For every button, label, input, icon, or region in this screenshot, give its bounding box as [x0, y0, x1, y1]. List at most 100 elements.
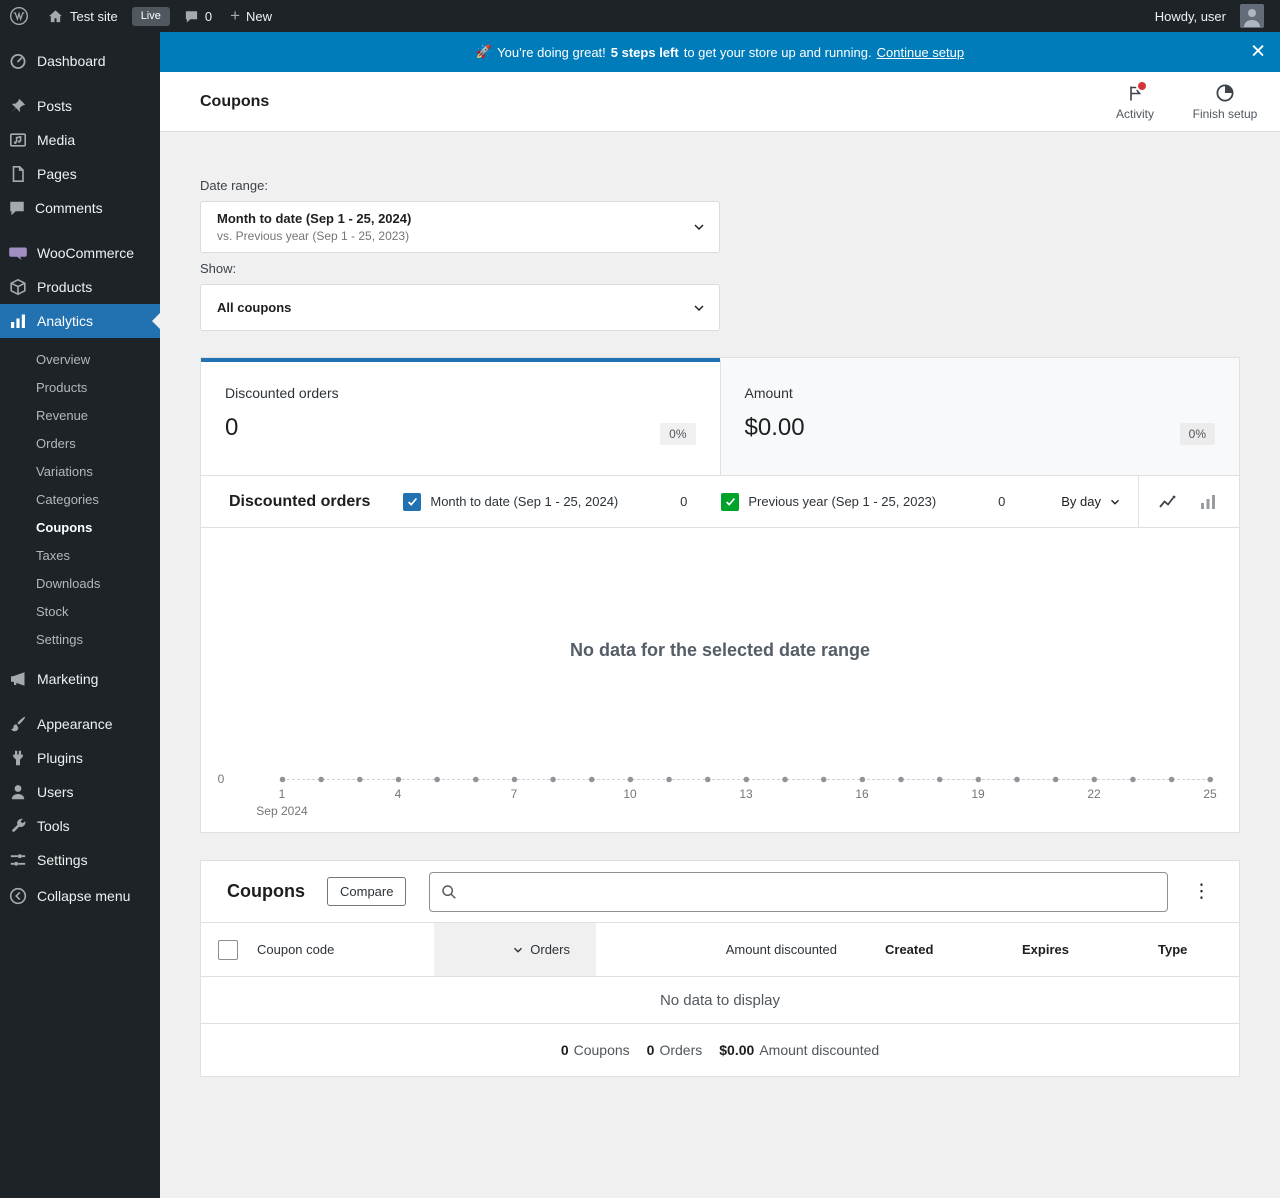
- ellipsis-menu-icon[interactable]: ⋮: [1184, 880, 1219, 903]
- sidebar-subitem-downloads[interactable]: Downloads: [0, 569, 160, 597]
- column-header-expires[interactable]: Expires: [998, 923, 1134, 976]
- sidebar-item-posts[interactable]: Posts: [0, 89, 160, 123]
- site-name: Test site: [70, 8, 118, 24]
- finish-setup-button[interactable]: Finish setup: [1184, 83, 1266, 121]
- column-header-orders[interactable]: Orders: [434, 923, 596, 976]
- show-select[interactable]: All coupons: [200, 284, 720, 331]
- total-value: $0.00: [719, 1042, 755, 1058]
- bar-chart-icon[interactable]: [1197, 491, 1219, 513]
- new-button[interactable]: + New: [221, 0, 281, 32]
- date-range-label: Date range:: [200, 178, 268, 193]
- sidebar-item-tools[interactable]: Tools: [0, 809, 160, 843]
- legend-current-period[interactable]: Month to date (Sep 1 - 25, 2024) 0: [403, 492, 699, 511]
- sidebar-item-plugins[interactable]: Plugins: [0, 741, 160, 775]
- chart-empty-message: No data for the selected date range: [569, 640, 871, 660]
- sidebar-item-woocommerce[interactable]: WooCommerce: [0, 236, 160, 270]
- search-input[interactable]: [466, 883, 1157, 900]
- sidebar-subitem-stock[interactable]: Stock: [0, 597, 160, 625]
- x-axis-tick: 7: [510, 787, 518, 801]
- coupons-table-header: Coupons Compare ⋮: [201, 861, 1239, 923]
- sidebar-item-label: Dashboard: [37, 53, 106, 69]
- line-chart-icon[interactable]: [1157, 491, 1179, 513]
- admin-menu: Dashboard Posts Media Pages Comments Woo…: [0, 44, 160, 913]
- chart-area: No data for the selected date range 0 1 …: [201, 528, 1239, 832]
- sidebar-item-users[interactable]: Users: [0, 775, 160, 809]
- total-value: 0: [646, 1042, 655, 1058]
- woocommerce-icon: [8, 243, 28, 263]
- sidebar-item-collapse-menu[interactable]: Collapse menu: [0, 879, 160, 913]
- activity-button[interactable]: Activity: [1094, 79, 1176, 121]
- select-all-checkbox[interactable]: [218, 939, 238, 960]
- sidebar-item-products[interactable]: Products: [0, 270, 160, 304]
- howdy-text: Howdy, user: [1154, 8, 1226, 24]
- column-label: Type: [1158, 942, 1188, 957]
- close-icon[interactable]: ✕: [1250, 43, 1266, 62]
- tile-delta-badge: 0%: [660, 423, 696, 445]
- x-axis-tick: 13: [739, 787, 753, 801]
- sidebar-item-analytics[interactable]: Analytics: [0, 304, 160, 338]
- date-range-select[interactable]: Month to date (Sep 1 - 25, 2024) vs. Pre…: [200, 201, 720, 253]
- summary-tile-amount[interactable]: Amount $0.00 0%: [719, 358, 1239, 475]
- tools-icon: [8, 816, 28, 836]
- analytics-submenu: Overview Products Revenue Orders Variati…: [0, 338, 160, 662]
- column-header-type[interactable]: Type: [1134, 923, 1239, 976]
- activity-label: Activity: [1115, 106, 1154, 121]
- sidebar-subitem-categories[interactable]: Categories: [0, 485, 160, 513]
- column-label: Created: [885, 942, 934, 957]
- settings-icon: [8, 850, 28, 870]
- live-badge: Live: [131, 6, 170, 26]
- sidebar-item-pages[interactable]: Pages: [0, 157, 160, 191]
- compare-button[interactable]: Compare: [327, 877, 407, 906]
- wordpress-logo-button[interactable]: [0, 0, 38, 32]
- sidebar-subitem-orders[interactable]: Orders: [0, 429, 160, 457]
- coupons-search[interactable]: [429, 871, 1168, 912]
- sidebar-item-label: Products: [37, 279, 93, 295]
- sidebar-item-dashboard[interactable]: Dashboard: [0, 44, 160, 78]
- summary-tile-discounted-orders[interactable]: Discounted orders 0 0%: [201, 358, 720, 475]
- coupons-table-card: Coupons Compare ⋮ Coupon code Orders Amo…: [200, 860, 1240, 1077]
- sidebar-item-label: Marketing: [37, 671, 99, 687]
- checkbox-checked[interactable]: [721, 492, 740, 511]
- checkbox-checked[interactable]: [403, 492, 422, 511]
- chevron-down-icon: [1108, 495, 1122, 509]
- total-value: 0: [560, 1042, 569, 1058]
- total-orders: 0 Orders: [647, 1042, 703, 1058]
- wordpress-logo-icon: [9, 6, 29, 26]
- comments-button[interactable]: 0: [175, 0, 221, 32]
- progress-circle-icon: [1215, 83, 1235, 103]
- sidebar-subitem-settings[interactable]: Settings: [0, 625, 160, 653]
- media-icon: [8, 130, 28, 150]
- sidebar-item-marketing[interactable]: Marketing: [0, 662, 160, 696]
- sidebar-item-appearance[interactable]: Appearance: [0, 707, 160, 741]
- column-header-amount-discounted[interactable]: Amount discounted: [596, 923, 861, 976]
- column-label: Expires: [1022, 942, 1069, 957]
- column-header-created[interactable]: Created: [861, 923, 998, 976]
- sidebar-item-label: Posts: [37, 98, 73, 114]
- interval-select[interactable]: By day: [1061, 494, 1138, 509]
- tile-label: Amount: [744, 385, 793, 401]
- sidebar-subitem-variations[interactable]: Variations: [0, 457, 160, 485]
- site-name-button[interactable]: Test site: [38, 0, 127, 32]
- sidebar-item-media[interactable]: Media: [0, 123, 160, 157]
- total-label: Coupons: [573, 1042, 630, 1058]
- howdy-menu[interactable]: Howdy, user: [1146, 0, 1273, 32]
- sidebar-subitem-overview[interactable]: Overview: [0, 345, 160, 373]
- sidebar-subitem-coupons[interactable]: Coupons: [0, 513, 160, 541]
- admin-bar: Test site Live 0 + New Howdy, user: [0, 0, 1280, 32]
- show-label: Show:: [200, 261, 237, 276]
- sidebar-item-comments[interactable]: Comments: [0, 191, 160, 225]
- tile-value: $0.00: [744, 414, 805, 441]
- table-header-row: Coupon code Orders Amount discounted Cre…: [201, 923, 1239, 977]
- sidebar-item-settings[interactable]: Settings: [0, 843, 160, 877]
- sidebar-subitem-revenue[interactable]: Revenue: [0, 401, 160, 429]
- sidebar-subitem-products[interactable]: Products: [0, 373, 160, 401]
- legend-value: 0: [680, 494, 688, 509]
- sidebar-item-label: Users: [37, 784, 74, 800]
- table-header-checkbox-cell: [201, 923, 257, 976]
- date-range-value: Month to date (Sep 1 - 25, 2024): [217, 211, 412, 226]
- sidebar-subitem-taxes[interactable]: Taxes: [0, 541, 160, 569]
- continue-setup-link[interactable]: Continue setup: [877, 45, 964, 60]
- column-header-coupon-code[interactable]: Coupon code: [257, 923, 434, 976]
- setup-banner: 🚀 You’re doing great! 5 steps left to ge…: [160, 32, 1280, 72]
- legend-previous-period[interactable]: Previous year (Sep 1 - 25, 2023) 0: [721, 492, 1017, 511]
